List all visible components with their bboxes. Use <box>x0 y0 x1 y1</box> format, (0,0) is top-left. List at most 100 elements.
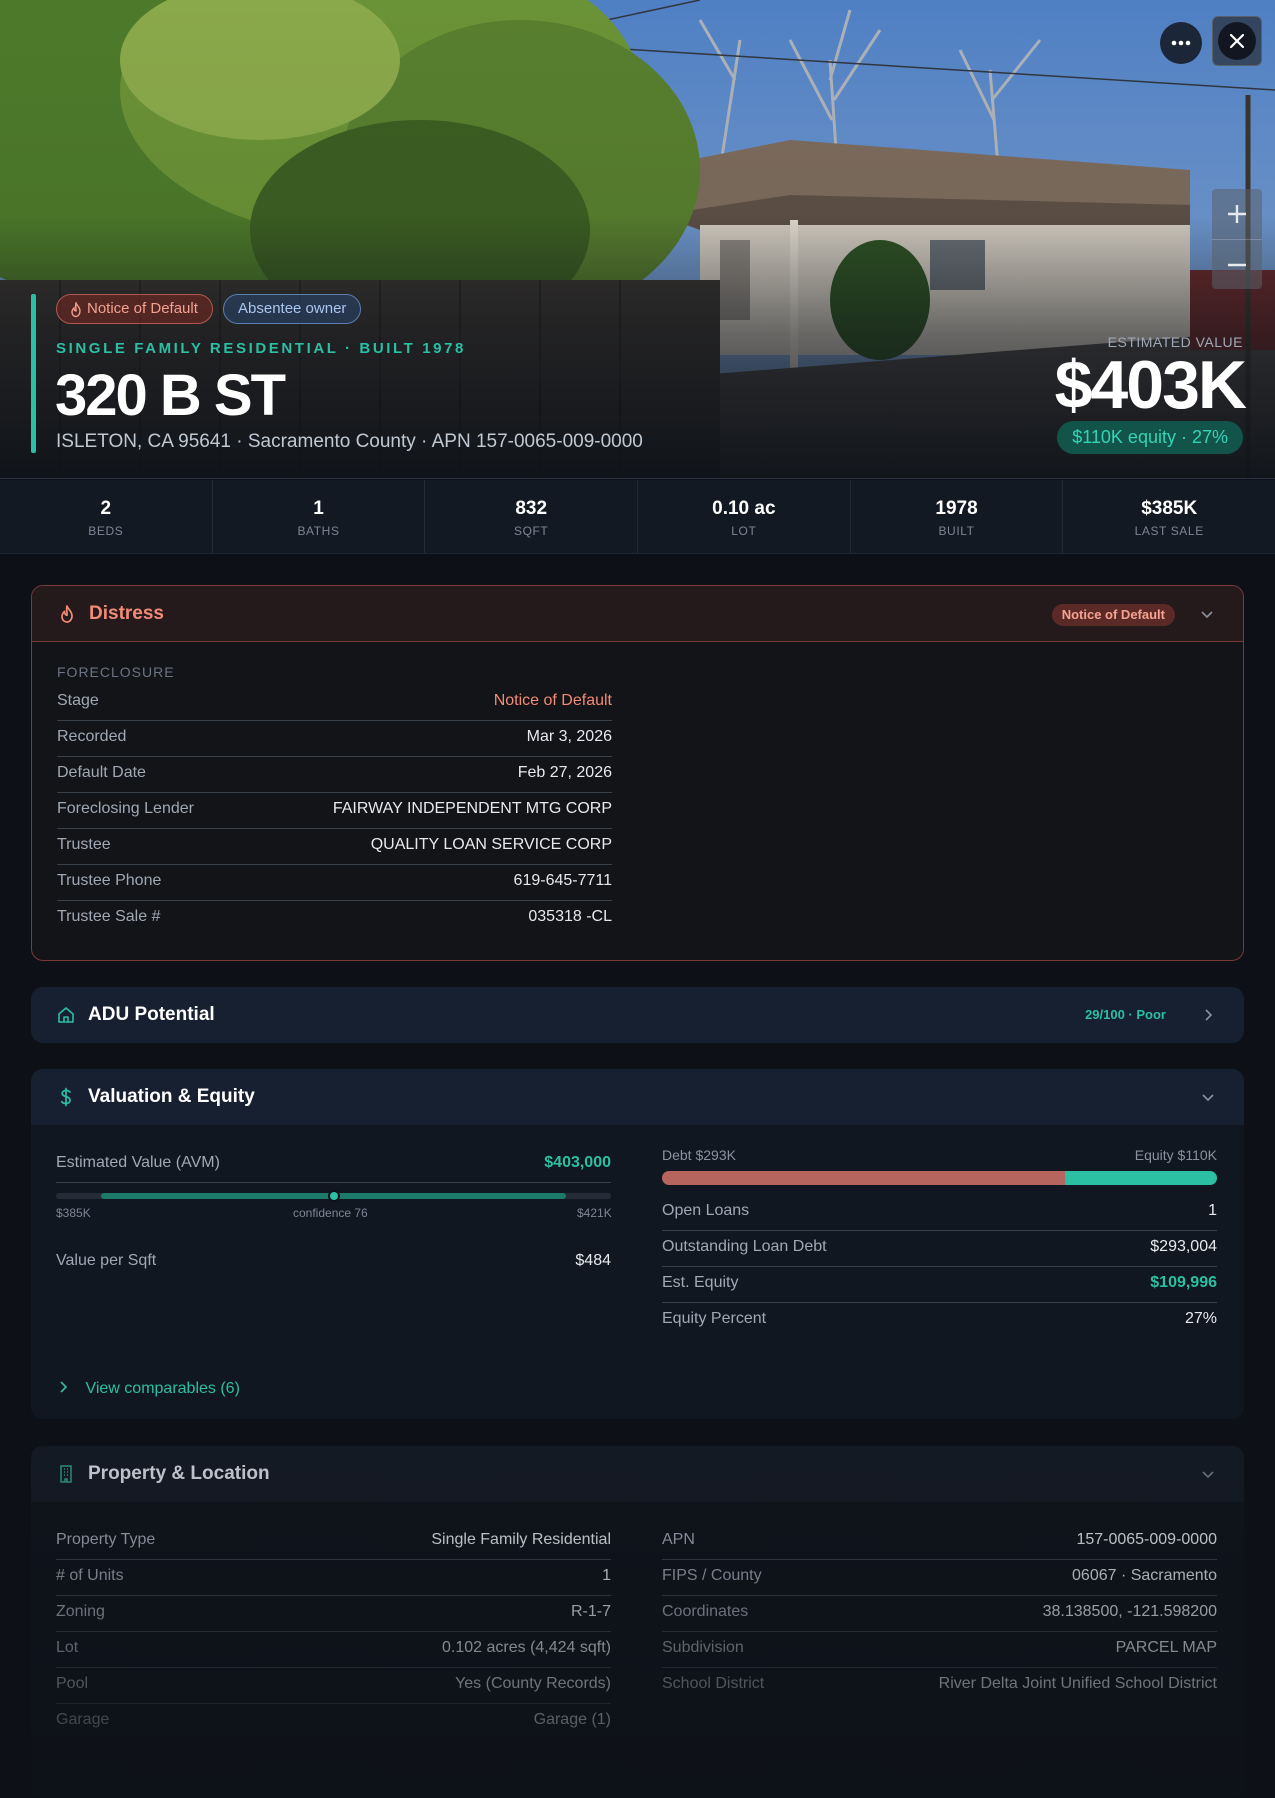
range-confidence-label: confidence 76 <box>293 1206 368 1220</box>
open-loans-row: Open Loans 1 <box>662 1195 1217 1231</box>
equity-label: Equity $110K <box>1134 1147 1217 1163</box>
foreclosure-section-label: FORECLOSURE <box>57 664 175 680</box>
more-options-button[interactable] <box>1160 22 1202 64</box>
adu-score: 29/100 · Poor <box>1085 1007 1166 1022</box>
prop-row-school-district: School District River Delta Joint Unifie… <box>662 1668 1217 1704</box>
stat-value: 1978 <box>935 498 978 519</box>
zoom-out-button[interactable] <box>1212 239 1262 289</box>
dollar-icon <box>60 1087 71 1107</box>
distress-row-recorded: Recorded Mar 3, 2026 <box>57 721 612 757</box>
comparables-label: View comparables (6) <box>85 1380 240 1397</box>
stat-label: BEDS <box>88 524 124 538</box>
chevron-down-icon[interactable] <box>1199 606 1215 622</box>
adu-header[interactable]: ADU Potential 29/100 · Poor <box>31 987 1244 1043</box>
row-value: 1 <box>602 1567 611 1584</box>
row-value: FAIRWAY INDEPENDENT MTG CORP <box>332 800 612 817</box>
prop-row-apn: APN 157-0065-009-0000 <box>662 1524 1217 1560</box>
close-button[interactable] <box>1212 16 1262 66</box>
stat-last-sale: $385K LAST SALE <box>1063 480 1275 553</box>
chevron-right-icon[interactable] <box>1200 1007 1216 1023</box>
property-stats-bar: 2 BEDS 1 BATHS 832 SQFT 0.10 ac LOT 1978 BUIL… <box>0 480 1275 554</box>
stat-lot: 0.10 ac LOT <box>638 480 851 553</box>
stat-baths: 1 BATHS <box>213 480 426 553</box>
prop-row-units: # of Units 1 <box>56 1560 611 1596</box>
debt-equity-bar <box>662 1171 1217 1185</box>
prop-row-lot: Lot 0.102 acres (4,424 sqft) <box>56 1632 611 1668</box>
property-location-card: Property & Location Property Type Single… <box>31 1446 1244 1798</box>
row-key: Stage <box>57 692 99 709</box>
row-key: Garage <box>56 1711 110 1728</box>
row-value: Garage (1) <box>533 1711 611 1728</box>
stat-value: 1 <box>313 498 324 519</box>
distress-row-trustee-phone: Trustee Phone 619-645-7711 <box>57 865 612 901</box>
row-key: Recorded <box>57 728 127 745</box>
adu-title: ADU Potential <box>88 1004 215 1025</box>
stat-sqft: 832 SQFT <box>425 480 639 553</box>
prop-row-pool: Pool Yes (County Records) <box>56 1668 611 1704</box>
stat-value: 2 <box>100 498 112 519</box>
row-value: 06067 · Sacramento <box>1072 1567 1217 1584</box>
row-key: Lot <box>56 1639 79 1656</box>
valuation-header[interactable]: Valuation & Equity <box>31 1069 1244 1125</box>
accent-bar <box>31 294 36 453</box>
debt-label: Debt $293K <box>662 1147 736 1163</box>
chevron-down-icon[interactable] <box>1200 1466 1216 1482</box>
row-value: $403,000 <box>544 1154 611 1171</box>
row-key: Open Loans <box>662 1202 750 1219</box>
equity-pill: $110K equity · 27% <box>1057 421 1243 454</box>
row-key: Outstanding Loan Debt <box>662 1238 827 1255</box>
estimated-value: $403K <box>1054 347 1247 423</box>
building-icon <box>60 1465 72 1483</box>
valuation-title: Valuation & Equity <box>88 1086 255 1107</box>
row-value: 38.138500, -121.598200 <box>1042 1603 1217 1620</box>
chevron-right-icon <box>60 1381 68 1393</box>
row-key: Default Date <box>57 764 146 781</box>
stat-value: $385K <box>1141 498 1198 519</box>
stat-value: 832 <box>515 498 548 519</box>
flame-icon <box>71 302 81 318</box>
prop-row-coordinates: Coordinates 38.138500, -121.598200 <box>662 1596 1217 1632</box>
row-key: Equity Percent <box>662 1310 767 1327</box>
home-icon <box>58 1007 74 1023</box>
adu-potential-card[interactable]: ADU Potential 29/100 · Poor <box>31 987 1244 1043</box>
row-key: Pool <box>56 1675 89 1692</box>
avm-estimate-marker <box>328 1190 340 1202</box>
row-key: APN <box>662 1531 695 1548</box>
value-per-sqft-row: Value per Sqft $484 <box>56 1245 611 1281</box>
row-value: $109,996 <box>1150 1274 1217 1291</box>
property-header[interactable]: Property & Location <box>31 1446 1244 1502</box>
row-value: Single Family Residential <box>431 1531 611 1548</box>
prop-row-zoning: Zoning R-1-7 <box>56 1596 611 1632</box>
notice-of-default-badge: Notice of Default <box>56 294 213 324</box>
prop-row-type: Property Type Single Family Residential <box>56 1524 611 1560</box>
flame-icon <box>61 605 73 623</box>
distress-row-lender: Foreclosing Lender FAIRWAY INDEPENDENT M… <box>57 793 612 829</box>
stat-label: BUILT <box>938 524 975 538</box>
row-key: Trustee Sale # <box>57 908 161 925</box>
close-icon <box>1229 33 1245 49</box>
distress-row-default-date: Default Date Feb 27, 2026 <box>57 757 612 793</box>
view-comparables-link[interactable]: View comparables (6) <box>59 1380 240 1398</box>
avm-range-track <box>56 1190 611 1202</box>
chevron-down-icon[interactable] <box>1200 1089 1216 1105</box>
row-value: River Delta Joint Unified School Distric… <box>938 1675 1217 1692</box>
row-value: 0.102 acres (4,424 sqft) <box>442 1639 611 1656</box>
row-value: Notice of Default <box>493 692 612 709</box>
stat-label: BATHS <box>297 524 340 538</box>
row-value: PARCEL MAP <box>1115 1639 1217 1656</box>
row-value: 1 <box>1208 1202 1217 1219</box>
distress-row-stage: Stage Notice of Default <box>57 685 612 721</box>
prop-row-fips: FIPS / County 06067 · Sacramento <box>662 1560 1217 1596</box>
distress-header[interactable]: Distress Notice of Default <box>32 586 1243 642</box>
row-value: 619-645-7711 <box>513 872 612 889</box>
map-zoom-control <box>1212 189 1262 289</box>
row-key: Subdivision <box>662 1639 744 1656</box>
row-key: FIPS / County <box>662 1567 762 1584</box>
zoom-in-button[interactable] <box>1212 189 1262 239</box>
stat-label: LAST SALE <box>1134 524 1204 538</box>
property-subtitle: SINGLE FAMILY RESIDENTIAL · BUILT 1978 <box>56 340 466 357</box>
property-title: Property & Location <box>88 1463 270 1484</box>
stat-label: LOT <box>731 524 757 538</box>
row-value: Mar 3, 2026 <box>526 728 612 745</box>
row-key: Trustee Phone <box>57 872 162 889</box>
